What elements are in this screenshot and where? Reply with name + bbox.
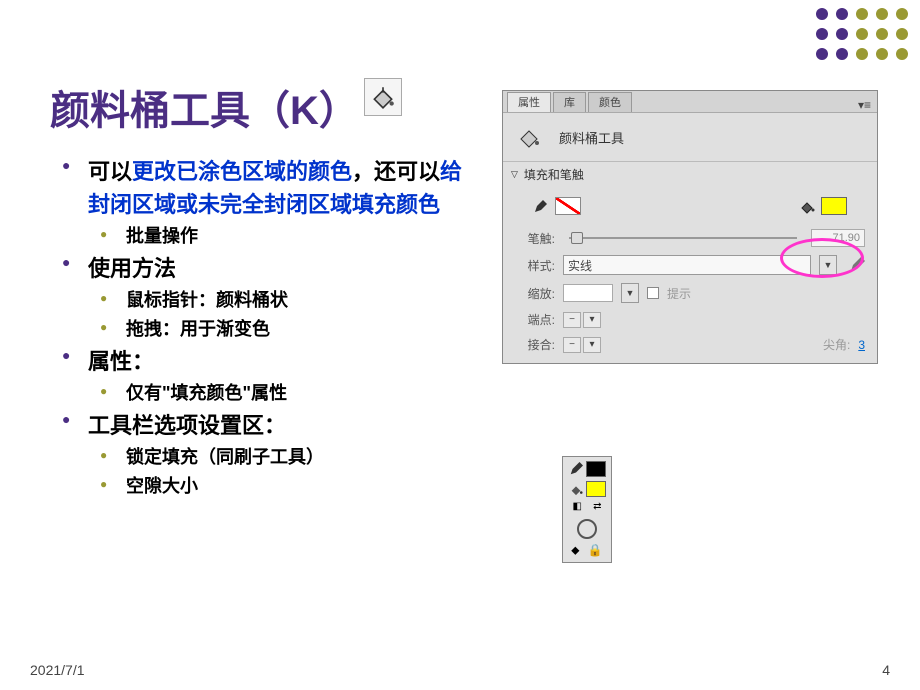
miter-label: 尖角: [823,336,850,353]
fill-color-row [569,481,606,497]
row-scale: 缩放: ▼ 提示 [503,279,877,307]
footer-date: 2021/7/1 [30,662,85,678]
stroke-color-row [569,461,606,477]
section-fill-stroke[interactable]: ▽ 填充和笔触 [503,161,877,187]
row-stroke-fill-swatches [503,187,877,225]
bullet-4: 工具栏选项设置区： [62,409,482,442]
join-dropdown[interactable]: ▾ [583,337,601,353]
cap-option[interactable]: − [563,312,581,328]
panel-header: 颜料桶工具 [503,113,877,161]
fill-color-swatch[interactable] [821,197,847,215]
tab-library[interactable]: 库 [553,92,586,112]
stroke-swatch[interactable] [586,461,606,477]
style-dropdown-icon[interactable]: ▼ [819,255,837,275]
fill-swatch[interactable] [586,481,606,497]
bullet-1-sub-1: 批量操作 [100,223,482,250]
row-style: 样式: 实线 ▼ [503,251,877,279]
stroke-slider[interactable] [569,237,797,239]
style-select[interactable]: 实线 [563,255,811,275]
scale-dropdown-icon[interactable]: ▼ [621,283,639,303]
paint-bucket-icon [569,482,583,496]
row-join: 接合: − ▾ 尖角: 3 [503,332,877,363]
panel-menu-icon[interactable]: ▾≡ [858,98,871,112]
decorative-dots [816,8,908,60]
toolbar-options[interactable]: ⬥🔒 [567,543,607,558]
footer-page-number: 4 [882,662,890,678]
stroke-label: 笔触: [515,230,555,247]
hint-label: 提示 [667,285,691,302]
panel-tabs: 属性 库 颜色 ▾≡ [503,91,877,113]
tab-color[interactable]: 颜色 [588,92,632,112]
pencil-icon [533,198,549,214]
properties-panel: 属性 库 颜色 ▾≡ 颜料桶工具 ▽ 填充和笔触 笔触: 样式: 实线 ▼ [502,90,878,364]
row-cap: 端点: − ▾ [503,307,877,332]
panel-header-title: 颜料桶工具 [559,128,624,147]
cap-label: 端点: [515,311,555,328]
paint-bucket-icon [364,78,402,116]
style-label: 样式: [515,257,555,274]
cap-dropdown[interactable]: ▾ [583,312,601,328]
hint-checkbox[interactable] [647,287,659,299]
color-toolbar: ◧⇄ ⬥🔒 [562,456,612,563]
bullet-3: 属性： [62,345,482,378]
join-option[interactable]: − [563,337,581,353]
scale-input[interactable] [563,284,613,302]
no-color-icon[interactable] [577,519,597,539]
bullet-4-sub-2: 空隙大小 [100,473,482,500]
stroke-color-swatch[interactable] [555,197,581,215]
paint-bucket-icon [515,123,543,151]
stroke-value-input[interactable] [811,229,865,247]
bullet-4-sub-1: 锁定填充（同刷子工具） [100,444,482,471]
swap-colors[interactable]: ◧⇄ [567,501,607,515]
bullet-2-sub-1: 鼠标指针：颜料桶状 [100,287,482,314]
pencil-icon [569,462,583,476]
miter-value[interactable]: 3 [858,338,865,352]
row-stroke-width: 笔触: [503,225,877,251]
bullet-3-sub-1: 仅有"填充颜色"属性 [100,380,482,407]
bullet-2-sub-2: 拖拽：用于渐变色 [100,316,482,343]
content-list: 可以更改已涂色区域的颜色，还可以给封闭区域或未完全封闭区域填充颜色 批量操作 使… [62,155,482,502]
edit-style-icon[interactable] [849,257,865,273]
twisty-icon: ▽ [511,169,518,180]
scale-label: 缩放: [515,285,555,302]
tab-properties[interactable]: 属性 [507,92,551,112]
bullet-2: 使用方法 [62,252,482,285]
paint-bucket-icon [799,198,815,214]
slide-title: 颜料桶工具（K） [50,78,359,136]
join-label: 接合: [515,336,555,353]
bullet-1: 可以更改已涂色区域的颜色，还可以给封闭区域或未完全封闭区域填充颜色 [62,155,482,221]
